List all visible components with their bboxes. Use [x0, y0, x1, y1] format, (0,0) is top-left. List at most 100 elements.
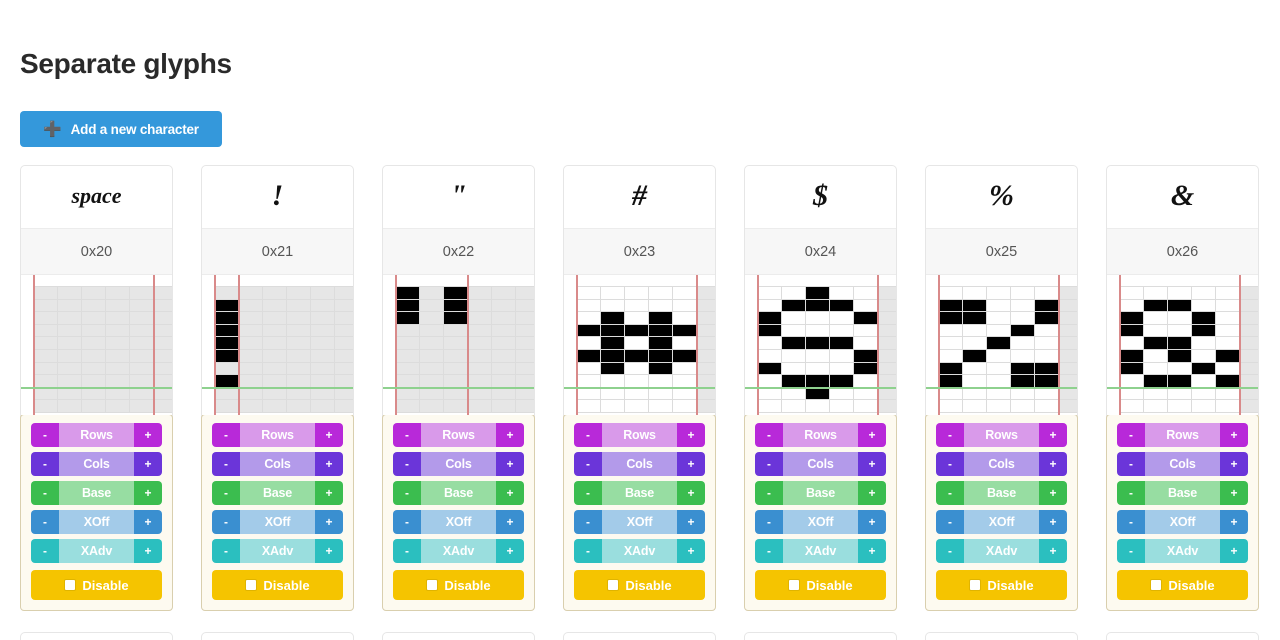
xoff-increment-button[interactable]: +: [496, 510, 524, 534]
glyph-pixel[interactable]: [396, 400, 420, 413]
glyph-pixel[interactable]: [106, 287, 130, 300]
glyph-pixel[interactable]: [963, 287, 987, 300]
glyph-pixel[interactable]: [444, 350, 468, 363]
glyph-pixel[interactable]: [601, 388, 625, 401]
rows-decrement-button[interactable]: -: [936, 423, 964, 447]
glyph-pixel[interactable]: [758, 300, 782, 313]
glyph-pixel[interactable]: [963, 400, 987, 413]
glyph-pixel[interactable]: [215, 325, 239, 338]
glyph-pixel[interactable]: [697, 287, 715, 300]
glyph-pixel[interactable]: [782, 363, 806, 376]
glyph-pixel[interactable]: [239, 337, 263, 350]
glyph-pixel[interactable]: [1011, 400, 1035, 413]
xadv-increment-button[interactable]: +: [496, 539, 524, 563]
glyph-pixel[interactable]: [625, 312, 649, 325]
glyph-pixel[interactable]: [625, 400, 649, 413]
glyph-editor[interactable]: [564, 275, 715, 415]
glyph-pixel[interactable]: [239, 300, 263, 313]
glyph-pixel[interactable]: [215, 388, 239, 401]
glyph-pixel[interactable]: [782, 312, 806, 325]
glyph-pixel[interactable]: [444, 300, 468, 313]
glyph-editor[interactable]: [21, 275, 172, 415]
glyph-pixel[interactable]: [82, 400, 106, 413]
glyph-pixel[interactable]: [697, 350, 715, 363]
cols-increment-button[interactable]: +: [858, 452, 886, 476]
glyph-pixel[interactable]: [987, 388, 1011, 401]
glyph-pixel[interactable]: [1192, 400, 1216, 413]
glyph-pixel[interactable]: [963, 325, 987, 338]
glyph-card[interactable]: [925, 632, 1078, 640]
glyph-pixel[interactable]: [830, 312, 854, 325]
glyph-pixel[interactable]: [649, 287, 673, 300]
glyph-pixel[interactable]: [987, 350, 1011, 363]
disable-toggle[interactable]: Disable: [755, 570, 886, 600]
glyph-pixel[interactable]: [1011, 388, 1035, 401]
glyph-pixel[interactable]: [215, 300, 239, 313]
glyph-pixel[interactable]: [263, 287, 287, 300]
glyph-pixel[interactable]: [1035, 312, 1059, 325]
glyph-pixel[interactable]: [311, 300, 335, 313]
glyph-pixel[interactable]: [878, 300, 896, 313]
add-new-character-button[interactable]: ➕ Add a new character: [20, 111, 222, 147]
glyph-pixel[interactable]: [649, 312, 673, 325]
disable-toggle[interactable]: Disable: [31, 570, 162, 600]
glyph-pixel[interactable]: [1168, 300, 1192, 313]
disable-toggle[interactable]: Disable: [212, 570, 343, 600]
rows-decrement-button[interactable]: -: [212, 423, 240, 447]
glyph-pixel[interactable]: [854, 363, 878, 376]
glyph-pixel[interactable]: [1120, 325, 1144, 338]
glyph-pixel[interactable]: [468, 363, 492, 376]
glyph-pixel[interactable]: [577, 287, 601, 300]
glyph-editor[interactable]: [745, 275, 896, 415]
glyph-pixel[interactable]: [601, 363, 625, 376]
rows-decrement-button[interactable]: -: [755, 423, 783, 447]
rows-increment-button[interactable]: +: [315, 423, 343, 447]
disable-toggle[interactable]: Disable: [1117, 570, 1248, 600]
disable-toggle[interactable]: Disable: [936, 570, 1067, 600]
glyph-pixel[interactable]: [106, 312, 130, 325]
glyph-pixel[interactable]: [396, 287, 420, 300]
glyph-pixel[interactable]: [625, 325, 649, 338]
glyph-pixel[interactable]: [130, 363, 154, 376]
glyph-pixel[interactable]: [239, 388, 263, 401]
glyph-pixel[interactable]: [468, 400, 492, 413]
glyph-pixel[interactable]: [335, 325, 353, 338]
glyph-pixel[interactable]: [939, 400, 963, 413]
glyph-pixel[interactable]: [830, 287, 854, 300]
glyph-pixel[interactable]: [987, 337, 1011, 350]
glyph-pixel[interactable]: [601, 287, 625, 300]
glyph-pixel[interactable]: [263, 337, 287, 350]
glyph-pixel[interactable]: [673, 363, 697, 376]
glyph-pixel[interactable]: [806, 300, 830, 313]
cols-increment-button[interactable]: +: [1220, 452, 1248, 476]
base-decrement-button[interactable]: -: [212, 481, 240, 505]
glyph-pixel[interactable]: [1240, 300, 1258, 313]
base-increment-button[interactable]: +: [1220, 481, 1248, 505]
glyph-pixel[interactable]: [782, 325, 806, 338]
glyph-pixel[interactable]: [1011, 312, 1035, 325]
glyph-pixel[interactable]: [1120, 400, 1144, 413]
cols-increment-button[interactable]: +: [315, 452, 343, 476]
xoff-increment-button[interactable]: +: [677, 510, 705, 534]
glyph-pixel[interactable]: [1059, 350, 1077, 363]
glyph-pixel[interactable]: [1168, 325, 1192, 338]
glyph-pixel[interactable]: [1035, 325, 1059, 338]
glyph-pixel[interactable]: [1168, 388, 1192, 401]
glyph-pixel[interactable]: [987, 300, 1011, 313]
glyph-pixel[interactable]: [215, 312, 239, 325]
glyph-pixel[interactable]: [601, 400, 625, 413]
glyph-pixel[interactable]: [154, 287, 172, 300]
glyph-pixel[interactable]: [649, 350, 673, 363]
rows-increment-button[interactable]: +: [677, 423, 705, 447]
glyph-pixel[interactable]: [106, 400, 130, 413]
rows-increment-button[interactable]: +: [134, 423, 162, 447]
glyph-pixel[interactable]: [154, 363, 172, 376]
glyph-pixel[interactable]: [516, 325, 534, 338]
glyph-pixel[interactable]: [758, 350, 782, 363]
glyph-pixel[interactable]: [601, 350, 625, 363]
xadv-increment-button[interactable]: +: [858, 539, 886, 563]
glyph-pixel[interactable]: [577, 312, 601, 325]
glyph-card[interactable]: [1106, 632, 1259, 640]
glyph-pixel[interactable]: [1120, 363, 1144, 376]
disable-toggle[interactable]: Disable: [393, 570, 524, 600]
